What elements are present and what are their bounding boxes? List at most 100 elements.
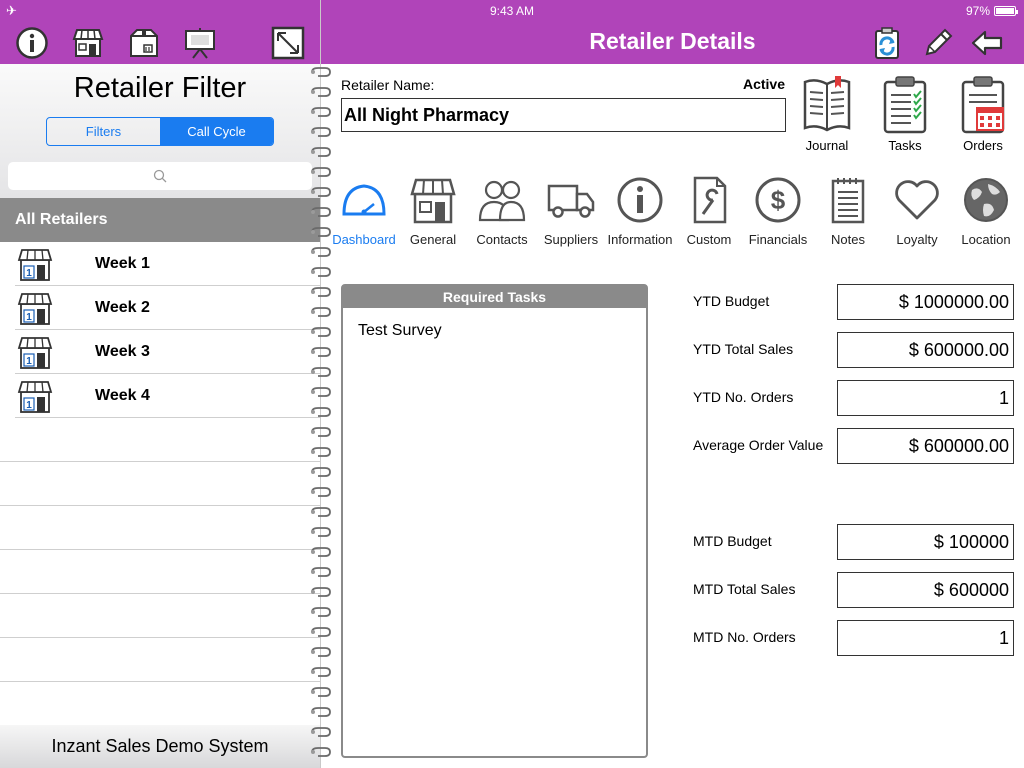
nav-location[interactable]: Location	[947, 176, 1024, 247]
nav-contacts-label: Contacts	[476, 232, 528, 247]
orders-button[interactable]: Orders	[953, 76, 1013, 153]
search-icon	[153, 169, 167, 183]
nav-financials[interactable]: $ Financials	[739, 176, 817, 247]
average-order-value-value: $ 600000.00	[837, 428, 1014, 464]
dollar-icon: $	[755, 177, 801, 223]
nav-suppliers[interactable]: Suppliers	[532, 176, 610, 247]
retailer-status-badge: Active	[742, 76, 785, 92]
required-tasks-title: Required Tasks	[343, 286, 646, 308]
nav-contacts[interactable]: Contacts	[463, 176, 541, 247]
battery-icon	[994, 6, 1018, 16]
pencil-icon[interactable]	[921, 26, 955, 60]
empty-row	[0, 462, 320, 506]
store-calendar-icon: 1	[17, 337, 53, 369]
battery-percent: 97%	[965, 4, 990, 18]
status-battery: 97%	[965, 4, 1018, 18]
nav-notes[interactable]: Notes	[809, 176, 887, 247]
presentation-icon[interactable]	[183, 26, 217, 60]
svg-text:1: 1	[26, 312, 32, 323]
empty-row	[0, 594, 320, 638]
store-calendar-icon: 1	[17, 381, 53, 413]
info-icon[interactable]	[15, 26, 49, 60]
ytd-budget-value: $ 1000000.00	[837, 284, 1014, 320]
store-calendar-icon: 1	[17, 293, 53, 325]
nav-information[interactable]: Information	[601, 176, 679, 247]
average-order-value-label: Average Order Value	[693, 437, 824, 453]
week-label: Week 4	[95, 387, 150, 404]
list-item-week-3[interactable]: 1 Week 3	[15, 330, 320, 374]
nav-dashboard[interactable]: Dashboard	[325, 176, 403, 247]
nav-custom-label: Custom	[686, 232, 732, 247]
list-section-header[interactable]: All Retailers	[0, 198, 320, 242]
journal-button[interactable]: Journal	[797, 76, 857, 153]
nav-location-label: Location	[961, 232, 1011, 247]
filter-segmented-control: Filters Call Cycle	[46, 117, 274, 146]
dashboard-gauge-icon	[342, 184, 386, 216]
empty-row	[0, 550, 320, 594]
ytd-no-orders-label: YTD No. Orders	[693, 389, 794, 405]
list-item-week-4[interactable]: 1 Week 4	[15, 374, 320, 418]
journal-label: Journal	[805, 138, 849, 153]
nav-notes-label: Notes	[831, 232, 865, 247]
tasks-button[interactable]: Tasks	[875, 76, 935, 153]
nav-financials-label: Financials	[748, 232, 808, 247]
segment-filters[interactable]: Filters	[47, 118, 160, 145]
mtd-total-sales-value: $ 600000	[837, 572, 1014, 608]
retailer-name-label: Retailer Name:	[341, 77, 435, 93]
svg-text:1: 1	[26, 400, 32, 411]
tasks-icon	[883, 76, 927, 134]
store-calendar-icon: 1	[17, 249, 53, 281]
empty-row	[0, 506, 320, 550]
package-icon[interactable]	[127, 26, 161, 60]
svg-text:1: 1	[26, 356, 32, 367]
svg-text:$: $	[771, 185, 786, 215]
list-item-week-1[interactable]: 1 Week 1	[15, 242, 320, 286]
task-item[interactable]: Test Survey	[358, 322, 442, 340]
mtd-budget-value: $ 100000	[837, 524, 1014, 560]
orders-label: Orders	[963, 138, 1003, 153]
nav-suppliers-label: Suppliers	[543, 232, 599, 247]
filter-header: Retailer Filter Filters Call Cycle	[0, 64, 320, 198]
top-bar: ✈ 9:43 AM 97% Retailer Details	[0, 0, 1024, 64]
truck-icon	[547, 184, 595, 218]
nav-loyalty[interactable]: Loyalty	[878, 176, 956, 247]
list-item-week-2[interactable]: 1 Week 2	[15, 286, 320, 330]
sync-clipboard-icon[interactable]	[870, 26, 904, 60]
orders-icon	[961, 76, 1005, 134]
footer-system-name: Inzant Sales Demo System	[0, 725, 320, 768]
store-icon	[410, 178, 456, 224]
ytd-budget-label: YTD Budget	[693, 293, 770, 309]
nav-general[interactable]: General	[394, 176, 472, 247]
required-tasks-panel: Required Tasks Test Survey	[341, 284, 648, 758]
ytd-no-orders-value: 1	[837, 380, 1014, 416]
retailer-filter-panel: Retailer Filter Filters Call Cycle All R…	[0, 64, 320, 768]
globe-icon	[964, 178, 1008, 222]
nav-general-label: General	[409, 232, 457, 247]
resize-icon[interactable]	[271, 26, 305, 60]
page-title: Retailer Details	[589, 28, 756, 54]
retailer-details-panel: Retailer Name: Active Journal Tasks Orde…	[321, 64, 1024, 768]
svg-text:1: 1	[26, 268, 32, 279]
search-input[interactable]	[8, 162, 312, 190]
custom-wrench-document-icon	[693, 176, 727, 224]
journal-icon	[803, 76, 851, 132]
segment-call-cycle[interactable]: Call Cycle	[160, 118, 273, 145]
contacts-people-icon	[478, 180, 526, 222]
mtd-budget-label: MTD Budget	[693, 533, 772, 549]
mtd-total-sales-label: MTD Total Sales	[693, 581, 796, 597]
status-bar: ✈ 9:43 AM 97%	[0, 0, 1024, 20]
nav-loyalty-label: Loyalty	[896, 232, 938, 247]
store-icon[interactable]	[71, 26, 105, 60]
ytd-total-sales-value: $ 600000.00	[837, 332, 1014, 368]
week-label: Week 2	[95, 299, 150, 316]
back-arrow-icon[interactable]	[970, 26, 1004, 60]
heart-icon	[895, 180, 939, 220]
retailer-name-field[interactable]	[341, 98, 786, 132]
nav-custom[interactable]: Custom	[670, 176, 748, 247]
empty-row	[0, 418, 320, 462]
week-label: Week 1	[95, 255, 150, 272]
filter-title: Retailer Filter	[73, 72, 247, 104]
mtd-no-orders-label: MTD No. Orders	[693, 629, 796, 645]
empty-row	[0, 638, 320, 682]
mtd-no-orders-value: 1	[837, 620, 1014, 656]
